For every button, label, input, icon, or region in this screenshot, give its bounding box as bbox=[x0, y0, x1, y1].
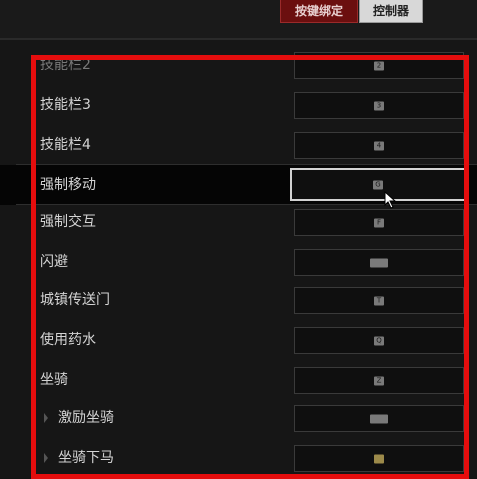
space-key-icon bbox=[370, 414, 388, 423]
binding-label: 城镇传送门 bbox=[40, 292, 110, 308]
binding-label: 技能栏4 bbox=[40, 137, 91, 153]
binding-label: 坐骑 bbox=[40, 372, 68, 388]
binding-key-button-selected[interactable]: G bbox=[290, 168, 466, 201]
binding-label: 强制交互 bbox=[40, 214, 96, 230]
tab-controller[interactable]: 控制器 bbox=[359, 0, 423, 23]
mouse-key-icon bbox=[374, 454, 384, 463]
binding-key-button[interactable]: 4 bbox=[294, 132, 464, 159]
binding-row-skillbar-3: 技能栏3 3 bbox=[0, 85, 477, 125]
keybinding-list: 技能栏2 2 技能栏3 3 技能栏4 4 强制移动 G 强制交互 F 闪避 城镇… bbox=[0, 40, 477, 478]
key-cap: 4 bbox=[374, 141, 384, 150]
space-key-icon bbox=[370, 258, 388, 267]
key-cap: G bbox=[373, 180, 383, 189]
key-cap: 2 bbox=[374, 61, 384, 70]
key-cap: F bbox=[374, 218, 384, 227]
binding-row-mount: 坐骑 Z bbox=[0, 360, 477, 400]
binding-key-button[interactable]: T bbox=[294, 287, 464, 314]
top-bar: 按键绑定 控制器 bbox=[0, 0, 477, 40]
binding-row-use-potion: 使用药水 Q bbox=[0, 320, 477, 360]
binding-label: 坐骑下马 bbox=[58, 450, 114, 466]
binding-key-button[interactable]: 2 bbox=[294, 52, 464, 79]
binding-label: 技能栏2 bbox=[40, 57, 91, 73]
mouse-cursor-icon bbox=[384, 191, 397, 209]
tab-keybindings[interactable]: 按键绑定 bbox=[280, 0, 358, 23]
key-cap: 3 bbox=[374, 101, 384, 110]
binding-label: 强制移动 bbox=[40, 177, 96, 193]
binding-key-button[interactable] bbox=[294, 405, 464, 432]
binding-row-force-move: 强制移动 G bbox=[0, 165, 477, 205]
binding-row-skillbar-2: 技能栏2 2 bbox=[0, 45, 477, 85]
key-cap: T bbox=[374, 296, 384, 305]
binding-row-dismount: 坐骑下马 bbox=[0, 438, 477, 478]
binding-label: 激励坐骑 bbox=[58, 410, 114, 426]
key-cap: Q bbox=[374, 336, 384, 345]
binding-row-spur-mount: 激励坐骑 bbox=[0, 398, 477, 438]
binding-key-button[interactable] bbox=[294, 249, 464, 276]
binding-row-dodge: 闪避 bbox=[0, 242, 477, 282]
binding-key-button[interactable]: Z bbox=[294, 367, 464, 394]
binding-key-button[interactable]: 3 bbox=[294, 92, 464, 119]
binding-label: 使用药水 bbox=[40, 332, 96, 348]
binding-label: 闪避 bbox=[40, 254, 68, 270]
binding-row-force-interact: 强制交互 F bbox=[0, 202, 477, 242]
binding-key-button[interactable]: Q bbox=[294, 327, 464, 354]
binding-key-button[interactable] bbox=[294, 445, 464, 472]
binding-row-town-portal: 城镇传送门 T bbox=[0, 280, 477, 320]
binding-row-skillbar-4: 技能栏4 4 bbox=[0, 125, 477, 165]
binding-key-button[interactable]: F bbox=[294, 209, 464, 236]
binding-label: 技能栏3 bbox=[40, 97, 91, 113]
chevron-right-icon bbox=[44, 413, 48, 423]
key-cap: Z bbox=[374, 376, 384, 385]
chevron-right-icon bbox=[44, 453, 48, 463]
